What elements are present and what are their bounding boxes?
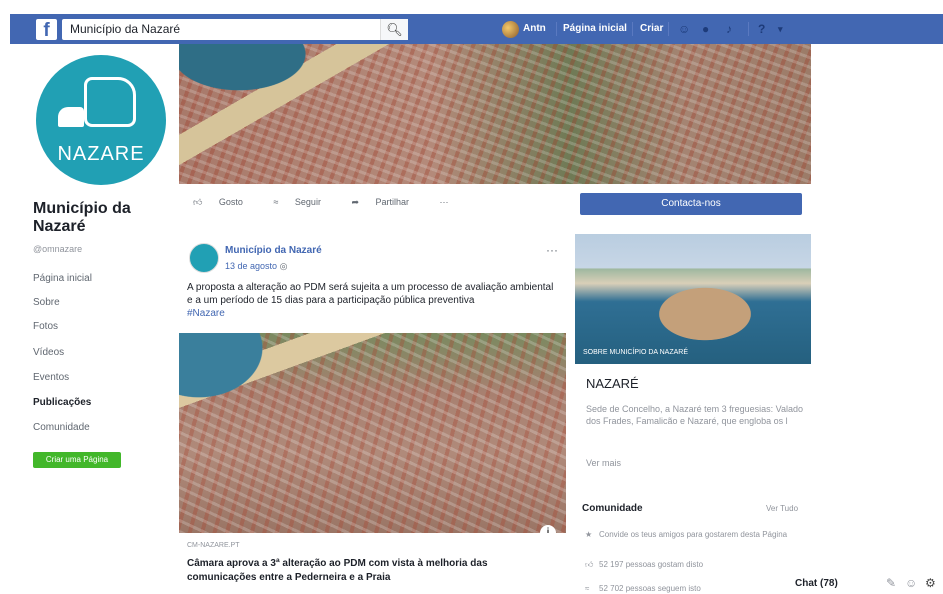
user-avatar[interactable] xyxy=(502,21,519,38)
about-description: Sede de Concelho, a Nazaré tem 3 fregues… xyxy=(586,404,803,426)
likes-count-row: 👍︎ 52 197 pessoas gostam disto xyxy=(585,560,805,570)
rss-icon: ≈ xyxy=(585,584,590,593)
profile-picture[interactable]: NAZARE xyxy=(36,55,166,185)
chat-button[interactable]: Chat (78) xyxy=(795,578,838,589)
link-domain: CM-NAZARE.PT xyxy=(187,542,240,549)
home-link[interactable]: Página inicial xyxy=(563,23,627,34)
page-title[interactable]: Município da Nazaré xyxy=(33,200,163,236)
facebook-logo-icon[interactable]: f xyxy=(36,19,57,40)
nav-item-photos[interactable]: Fotos xyxy=(33,321,58,332)
about-image[interactable]: SOBRE MUNICÍPIO DA NAZARÉ xyxy=(575,234,811,364)
about-title: NAZARÉ xyxy=(586,376,639,391)
divider xyxy=(556,22,557,36)
nav-item-events[interactable]: Eventos xyxy=(33,372,69,383)
nav-item-home[interactable]: Página inicial xyxy=(33,273,92,284)
notifications-icon[interactable]: ♪ xyxy=(726,22,732,36)
nav-item-posts[interactable]: Publicações xyxy=(33,397,91,408)
invite-friends-row[interactable]: ★ Convide os teus amigos para gostarem de… xyxy=(585,530,805,540)
post-options-icon[interactable]: ··· xyxy=(546,243,558,257)
top-navigation-bar: f Município da Nazaré 🔍︎ Antn Página ini… xyxy=(10,14,943,44)
nav-item-about[interactable]: Sobre xyxy=(33,297,60,308)
link-title[interactable]: Câmara aprova a 3ª alteração ao PDM com … xyxy=(187,557,557,585)
thumbs-up-icon: 👍︎ xyxy=(193,197,203,207)
info-icon[interactable]: i xyxy=(540,525,556,533)
messages-icon[interactable]: ● xyxy=(702,22,709,36)
post-date-text: 13 de agosto xyxy=(225,261,278,271)
group-icon[interactable]: ☺ xyxy=(905,576,917,590)
thumbs-up-icon: 👍︎ xyxy=(585,560,594,569)
chevron-down-icon[interactable]: ▾ xyxy=(778,24,783,35)
invite-text: Convide os teus amigos para gostarem des… xyxy=(599,530,788,539)
post-card: Município da Nazaré 13 de agosto ◎ ··· A… xyxy=(179,233,566,594)
see-more-link[interactable]: Ver mais xyxy=(586,458,621,468)
globe-icon: ◎ xyxy=(279,261,288,271)
logo-shape-icon xyxy=(58,107,84,127)
user-name-link[interactable]: Antn xyxy=(523,23,546,34)
logo-text: NAZARE xyxy=(57,143,145,165)
create-link[interactable]: Criar xyxy=(640,23,663,34)
compose-icon[interactable]: ✎ xyxy=(886,576,896,590)
nav-item-videos[interactable]: Vídeos xyxy=(33,347,64,358)
about-caption: SOBRE MUNICÍPIO DA NAZARÉ xyxy=(583,349,689,356)
post-author-name[interactable]: Município da Nazaré xyxy=(225,245,322,256)
post-timestamp[interactable]: 13 de agosto ◎ xyxy=(225,261,287,272)
invite-icon: ★ xyxy=(585,530,593,539)
like-button[interactable]: 👍︎ Gosto xyxy=(193,197,257,207)
divider xyxy=(632,22,633,36)
share-label: Partilhar xyxy=(375,197,410,207)
post-body: A proposta a alteração ao PDM será sujei… xyxy=(187,281,559,320)
share-button[interactable]: ➦ Partilhar xyxy=(351,197,423,207)
more-options-button[interactable]: ··· xyxy=(440,197,449,207)
divider xyxy=(748,22,749,36)
divider xyxy=(668,22,669,36)
follows-text: 52 702 pessoas seguem isto xyxy=(599,584,701,593)
follow-button[interactable]: ≈ Seguir xyxy=(273,197,334,207)
post-text: A proposta a alteração ao PDM será sujei… xyxy=(187,282,554,306)
likes-text: 52 197 pessoas gostam disto xyxy=(599,560,704,569)
contact-button[interactable]: Contacta-nos xyxy=(580,193,802,215)
share-icon: ➦ xyxy=(351,197,359,207)
help-icon[interactable]: ? xyxy=(758,22,765,36)
like-label: Gosto xyxy=(218,197,243,207)
logo-shape-icon xyxy=(84,77,136,127)
cover-photo[interactable] xyxy=(179,44,811,184)
friend-requests-icon[interactable]: ☺ xyxy=(678,22,690,36)
post-author-avatar[interactable] xyxy=(189,243,219,273)
search-input[interactable]: Município da Nazaré xyxy=(62,19,408,40)
gear-icon[interactable]: ⚙ xyxy=(925,576,936,590)
nav-item-community[interactable]: Comunidade xyxy=(33,422,90,433)
post-hashtag-link[interactable]: #Nazare xyxy=(187,308,225,319)
follow-label: Seguir xyxy=(294,197,321,207)
create-page-button[interactable]: Criar uma Página xyxy=(33,452,121,468)
search-icon[interactable]: 🔍︎ xyxy=(380,19,408,40)
follows-count-row: ≈52 702 pessoas seguem isto xyxy=(585,584,805,594)
page-handle[interactable]: @omnazare xyxy=(33,244,82,254)
rss-icon: ≈ xyxy=(273,197,279,207)
see-all-link[interactable]: Ver Tudo xyxy=(766,504,798,513)
page-action-bar: 👍︎ Gosto ≈ Seguir ➦ Partilhar ··· xyxy=(193,197,463,208)
community-title: Comunidade xyxy=(582,503,643,514)
post-link-image[interactable]: i xyxy=(179,333,566,533)
